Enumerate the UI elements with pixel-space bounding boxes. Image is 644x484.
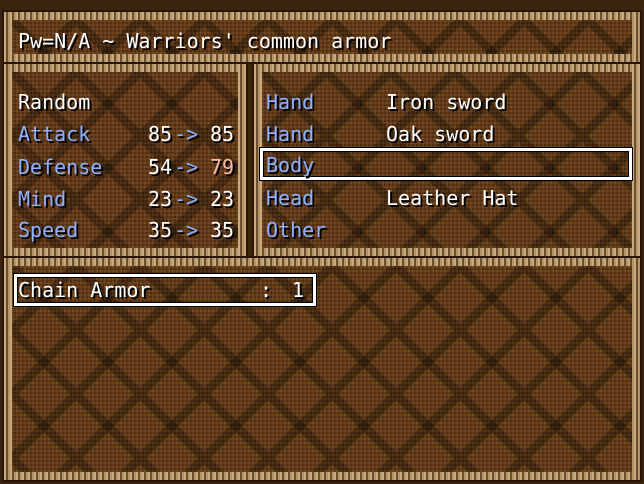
stat-arrow-defense: -> bbox=[174, 155, 199, 179]
item-separator: : bbox=[260, 278, 273, 302]
equip-slot-head[interactable]: Head bbox=[266, 186, 314, 210]
help-window: Pw=N/A ~ Warriors' common armor bbox=[2, 10, 642, 64]
equip-slot-hand-2[interactable]: Hand bbox=[266, 122, 314, 146]
stat-arrow-speed: -> bbox=[174, 218, 199, 242]
equip-slot-other[interactable]: Other bbox=[266, 218, 326, 242]
stat-new-defense: 79 bbox=[210, 155, 235, 179]
stat-label-attack: Attack bbox=[18, 122, 91, 146]
stat-current-attack: 85 bbox=[148, 122, 173, 146]
item-count: 1 bbox=[292, 278, 305, 302]
stat-arrow-mind: -> bbox=[174, 187, 199, 211]
stat-label-mind: Mind bbox=[18, 187, 67, 211]
character-name: Random bbox=[18, 90, 91, 114]
item-list-window: Chain Armor : 1 bbox=[2, 256, 642, 482]
equip-item-hand-2[interactable]: Oak sword bbox=[386, 122, 494, 146]
stat-new-speed: 35 bbox=[210, 218, 235, 242]
equip-slot-hand-1[interactable]: Hand bbox=[266, 90, 314, 114]
equip-item-head[interactable]: Leather Hat bbox=[386, 186, 518, 210]
stat-current-speed: 35 bbox=[148, 218, 173, 242]
status-window: Random Attack 85 -> 85 Defense 54 -> 79 … bbox=[2, 62, 248, 258]
equip-item-hand-1[interactable]: Iron sword bbox=[386, 90, 506, 114]
stat-new-mind: 23 bbox=[210, 187, 235, 211]
equip-selection-cursor bbox=[260, 148, 632, 180]
stat-label-defense: Defense bbox=[18, 155, 103, 179]
stat-label-speed: Speed bbox=[18, 218, 79, 242]
equipment-window: Hand Iron sword Hand Oak sword Body Head… bbox=[252, 62, 642, 258]
item-name[interactable]: Chain Armor bbox=[18, 278, 150, 302]
stat-current-defense: 54 bbox=[148, 155, 173, 179]
item-description: Pw=N/A ~ Warriors' common armor bbox=[18, 29, 392, 53]
stat-arrow-attack: -> bbox=[174, 122, 199, 146]
stat-new-attack: 85 bbox=[210, 122, 235, 146]
stat-current-mind: 23 bbox=[148, 187, 173, 211]
equip-slot-body[interactable]: Body bbox=[266, 153, 314, 177]
